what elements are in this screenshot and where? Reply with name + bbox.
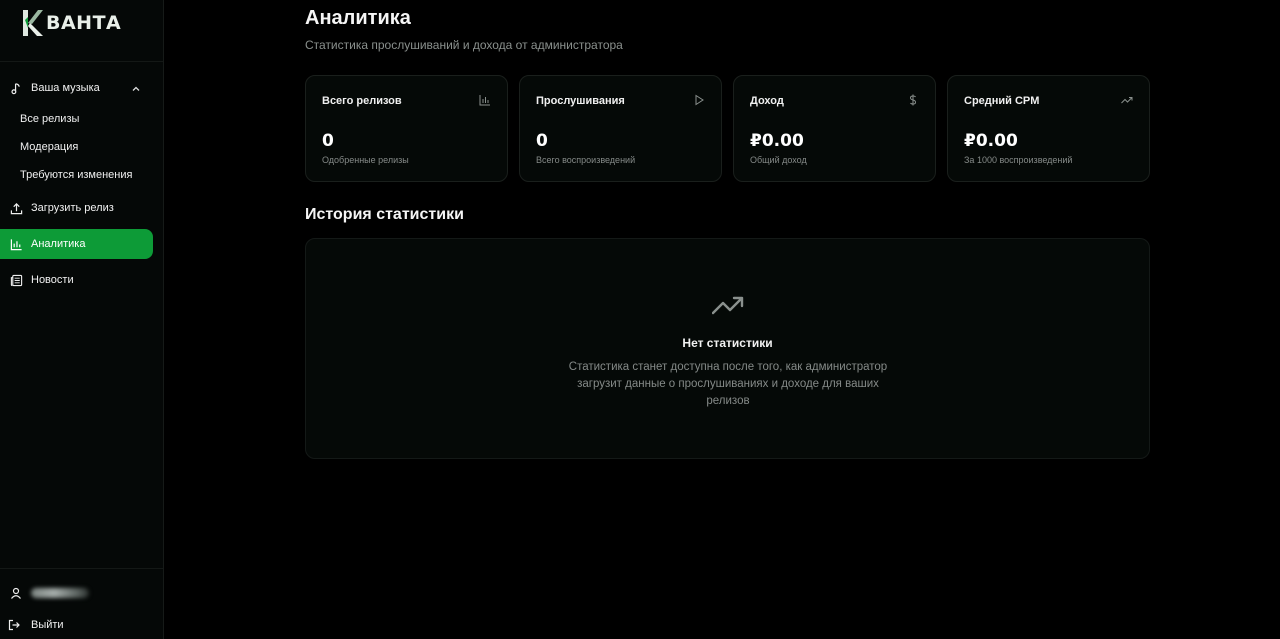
chevron-up-icon[interactable] (131, 84, 141, 94)
logout-icon (8, 619, 20, 631)
sidebar-item-label: Ваша музыка (31, 82, 100, 94)
card-title: Прослушивания (536, 95, 625, 107)
card-title: Средний CPM (964, 95, 1040, 107)
sidebar-subitem-moderation[interactable]: Модерация (20, 141, 78, 153)
card-note: Общий доход (750, 155, 807, 165)
bar-chart-icon (10, 238, 23, 251)
brand-name: ВАНТА (46, 12, 122, 34)
page-title: Аналитика (305, 7, 411, 29)
card-value: ₽0.00 (750, 131, 804, 151)
section-title-statistics-history: История статистики (305, 206, 464, 223)
card-note: Всего воспроизведений (536, 155, 636, 165)
statistics-history-empty-state: Нет статистики Статистика станет доступн… (305, 238, 1150, 459)
card-value: 0 (536, 131, 548, 151)
card-value: ₽0.00 (964, 131, 1018, 151)
sidebar-item-news[interactable]: Новости (0, 265, 153, 295)
stat-card-income: Доход ₽0.00 Общий доход (733, 75, 936, 182)
trending-up-icon (712, 296, 744, 315)
sidebar-divider (0, 61, 163, 62)
trending-up-icon (1121, 97, 1133, 104)
upload-icon (10, 202, 23, 215)
bar-chart-icon (479, 95, 490, 106)
sidebar-item-label: Аналитика (31, 238, 86, 250)
user-name-blurred (31, 588, 89, 598)
stat-card-total-releases: Всего релизов 0 Одобренные релизы (305, 75, 508, 182)
newspaper-icon (10, 274, 23, 287)
brand-logo[interactable]: ВАНТА (21, 8, 121, 38)
sidebar-subitem-changes-required[interactable]: Требуются изменения (20, 169, 132, 181)
sidebar-item-label: Загрузить релиз (31, 202, 114, 214)
dollar-icon (909, 94, 917, 106)
page-subtitle: Статистика прослушиваний и дохода от адм… (305, 38, 623, 52)
user-profile[interactable] (0, 582, 163, 604)
logout-button[interactable]: Выйти (0, 614, 64, 636)
sidebar-item-label: Новости (31, 274, 74, 286)
play-icon (695, 94, 704, 106)
logout-label: Выйти (31, 619, 64, 631)
card-note: За 1000 воспроизведений (964, 155, 1073, 165)
stat-card-plays: Прослушивания 0 Всего воспроизведений (519, 75, 722, 182)
music-note-icon (10, 82, 23, 95)
logo-k-icon (23, 10, 43, 36)
card-value: 0 (322, 131, 334, 151)
card-title: Доход (750, 95, 784, 107)
sidebar-subitem-all-releases[interactable]: Все релизы (20, 113, 79, 125)
sidebar-divider (0, 568, 163, 569)
card-note: Одобренные релизы (322, 155, 409, 165)
empty-state-title: Нет статистики (682, 336, 773, 350)
card-title: Всего релизов (322, 95, 402, 107)
sidebar: ВАНТА Ваша музыка Все релизы Модерация Т… (0, 0, 164, 639)
user-icon (11, 587, 21, 599)
sidebar-item-analytics[interactable]: Аналитика (0, 229, 153, 259)
stat-card-average-cpm: Средний CPM ₽0.00 За 1000 воспроизведени… (947, 75, 1150, 182)
empty-state-description: Статистика станет доступна после того, к… (568, 361, 888, 407)
sidebar-item-upload[interactable]: Загрузить релиз (0, 193, 153, 223)
